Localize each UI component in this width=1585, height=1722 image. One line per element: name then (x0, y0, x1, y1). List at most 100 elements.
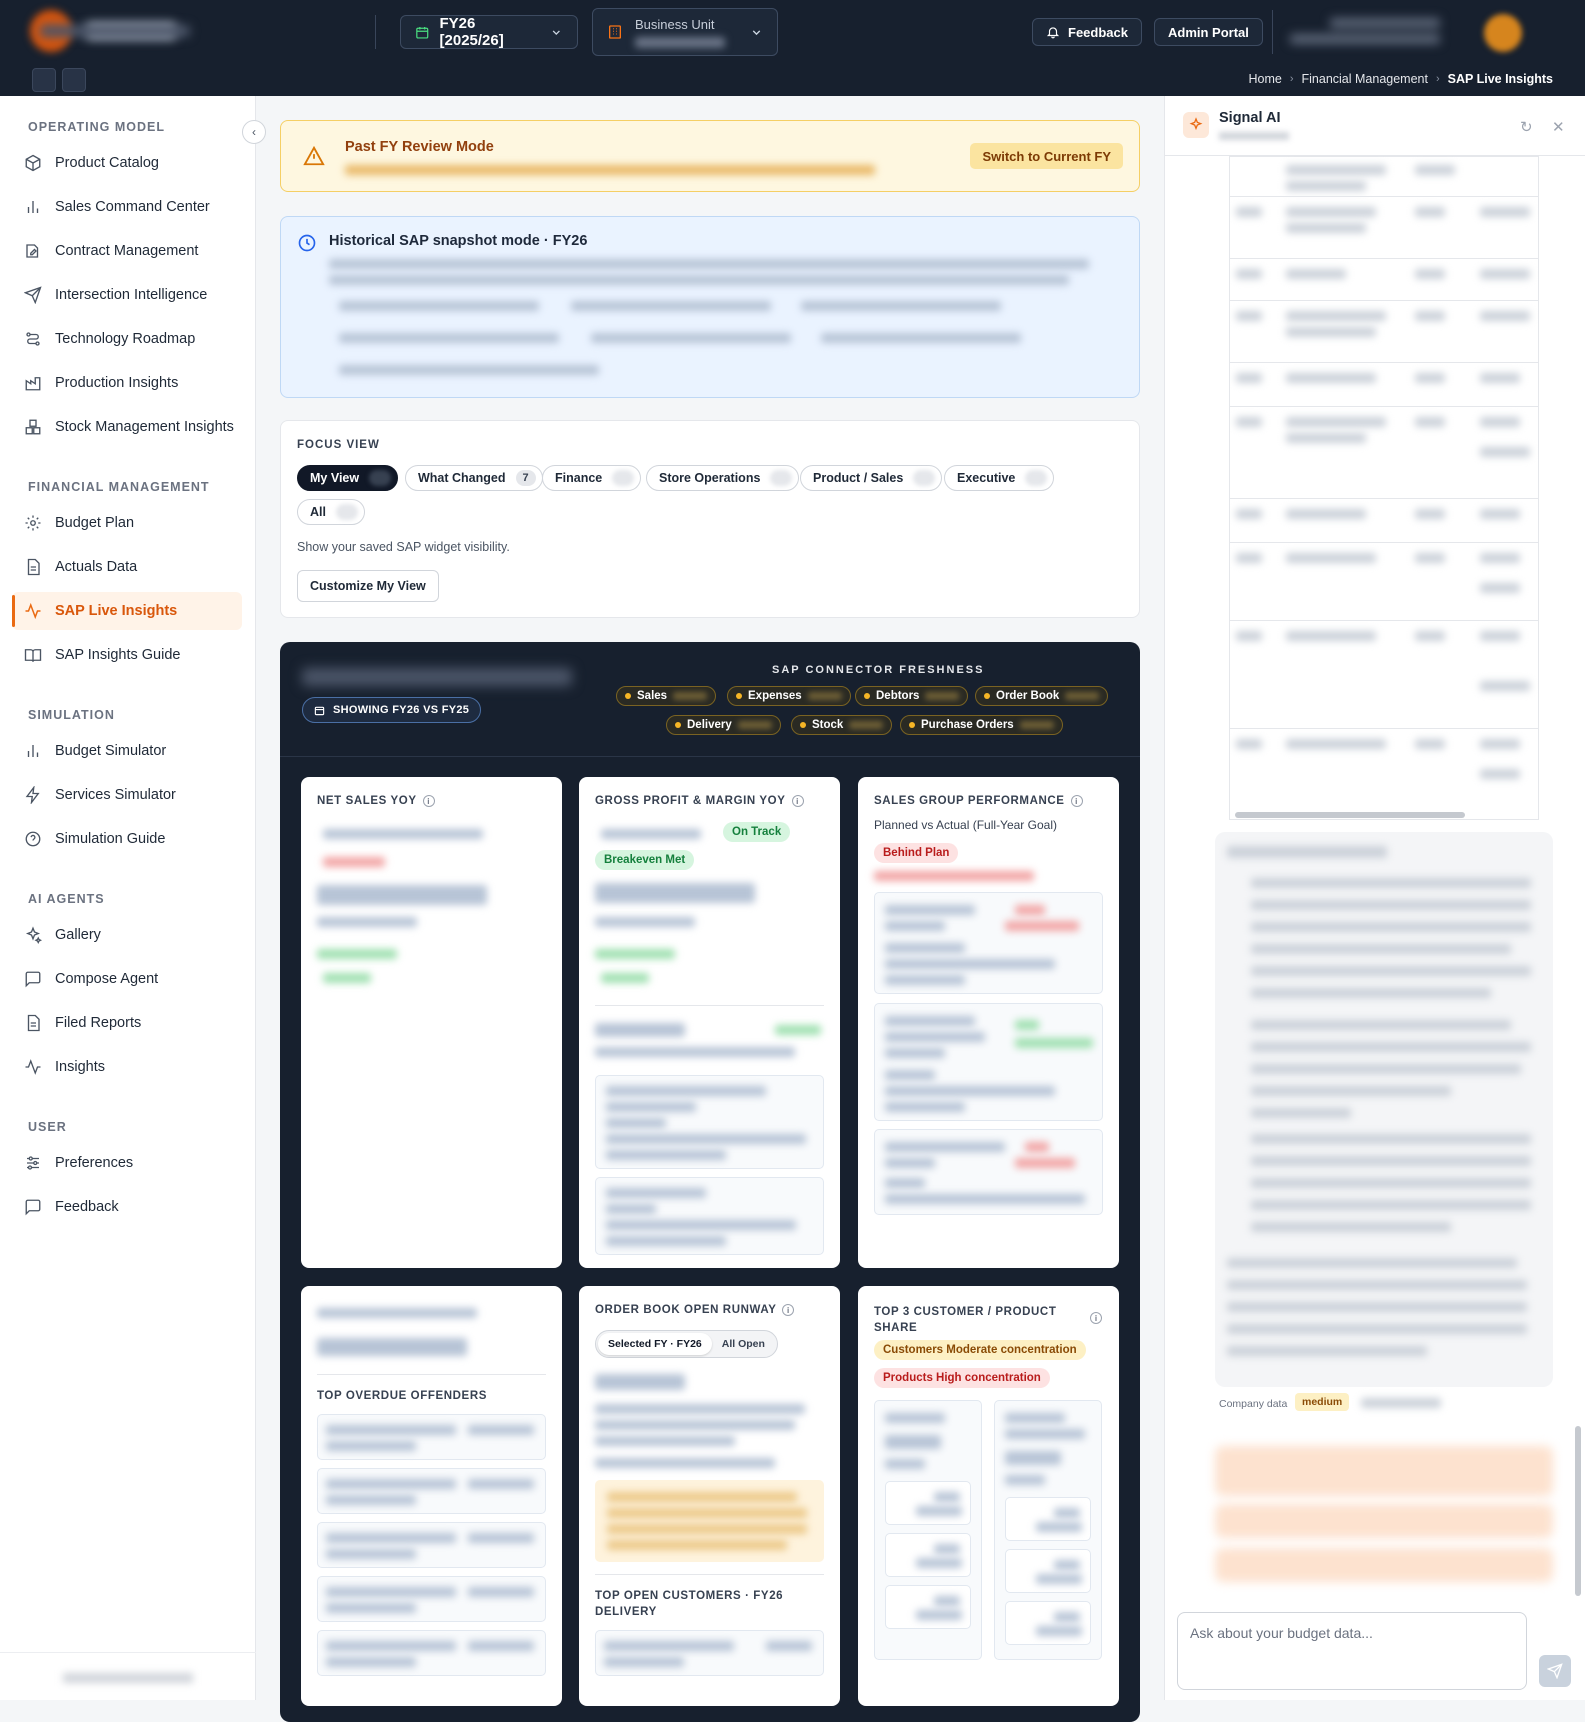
document-icon (27, 1014, 40, 1032)
sidebar-item-filed-reports[interactable]: Filed Reports (12, 1004, 242, 1042)
table-horizontal-scrollbar[interactable] (1235, 812, 1465, 818)
sidebar-section-title: AI AGENTS (28, 892, 105, 906)
net-sales-yoy-card: NET SALES YOY i (301, 777, 562, 1268)
focus-chip-my-view[interactable]: My View (297, 465, 399, 491)
message-square-icon (25, 1199, 41, 1216)
freshness-pill-stock: Stock (791, 715, 893, 735)
focus-chip-product-sales[interactable]: Product / Sales (800, 465, 943, 491)
top3-customer-product-share-card: TOP 3 CUSTOMER / PRODUCT SHARE i Custome… (858, 1286, 1119, 1706)
layout-toggle-button[interactable] (62, 68, 86, 92)
chevron-left-icon: ‹ (252, 125, 256, 139)
all-open-toggle[interactable]: All Open (712, 1333, 775, 1355)
info-icon[interactable]: i (422, 795, 435, 807)
selected-fy-toggle[interactable]: Selected FY · FY26 (598, 1333, 712, 1355)
sales-group-subtitle: Planned vs Actual (Full-Year Goal) (874, 818, 1057, 832)
sidebar-item-sap-live-insights[interactable]: SAP Live Insights (12, 592, 242, 630)
sparkles-icon (25, 926, 42, 944)
offender-row[interactable] (317, 1576, 546, 1622)
sidebar-item-gallery[interactable]: Gallery (12, 916, 242, 954)
refresh-icon[interactable]: ↻ (1520, 118, 1533, 136)
focus-chip-finance[interactable]: Finance (542, 465, 642, 491)
warning-icon (303, 145, 325, 166)
send-icon (24, 286, 42, 304)
sales-group-row[interactable] (874, 892, 1103, 994)
switch-to-current-fy-button[interactable]: Switch to Current FY (970, 143, 1123, 169)
send-button[interactable] (1539, 1655, 1571, 1687)
sidebar-item-insights[interactable]: Insights (12, 1048, 242, 1086)
chevron-right-icon: › (1289, 73, 1294, 85)
assistant-input[interactable]: Ask about your budget data... (1177, 1612, 1527, 1690)
calendar-icon (416, 26, 429, 39)
breadcrumb: Home › Financial Management › SAP Live I… (1248, 72, 1553, 86)
focus-chip-what-changed[interactable]: What Changed 7 (405, 465, 543, 491)
freshness-pill-order-book: Order Book (975, 686, 1109, 706)
breadcrumb-home[interactable]: Home (1248, 72, 1281, 86)
sidebar-item-sap-insights-guide[interactable]: SAP Insights Guide (12, 636, 242, 674)
sidebar-item-budget-simulator[interactable]: Budget Simulator (12, 732, 242, 770)
focus-chip-executive[interactable]: Executive (944, 465, 1055, 491)
close-icon[interactable]: ✕ (1552, 118, 1565, 136)
suggestion-chip[interactable] (1215, 1548, 1553, 1582)
dashboard-title (302, 668, 572, 686)
breadcrumb-section[interactable]: Financial Management (1302, 72, 1428, 86)
info-icon[interactable]: i (1070, 795, 1083, 807)
fiscal-year-selector[interactable]: FY26 [2025/26] (400, 15, 578, 49)
app-logo[interactable] (30, 10, 190, 52)
suggestion-chip[interactable] (1215, 1446, 1553, 1496)
open-customer-row[interactable] (595, 1630, 824, 1676)
offender-row[interactable] (317, 1522, 546, 1568)
breadcrumb-current: SAP Live Insights (1447, 72, 1553, 86)
focus-chip-store-operations[interactable]: Store Operations (646, 465, 800, 491)
sidebar-item-preferences[interactable]: Preferences (12, 1144, 242, 1182)
admin-portal-button[interactable]: Admin Portal (1154, 18, 1263, 46)
sidebar-item-production-insights[interactable]: Production Insights (12, 364, 242, 402)
business-unit-selector[interactable]: Business Unit (592, 8, 778, 56)
runway-scope-toggle: Selected FY · FY26 All Open (595, 1330, 778, 1358)
lightning-icon (25, 786, 40, 804)
sidebar-item-sales-command-center[interactable]: Sales Command Center (12, 188, 242, 226)
sidebar-item-budget-plan[interactable]: Budget Plan (12, 504, 242, 542)
info-icon[interactable]: i (1090, 1312, 1102, 1324)
product-share-column (994, 1400, 1102, 1660)
panel-vertical-scrollbar[interactable] (1575, 1426, 1581, 1596)
avatar[interactable] (1484, 14, 1522, 52)
edit-document-icon (26, 244, 39, 258)
sidebar-item-technology-roadmap[interactable]: Technology Roadmap (12, 320, 242, 358)
sidebar-item-product-catalog[interactable]: Product Catalog (12, 144, 242, 182)
suggestion-chip[interactable] (1215, 1504, 1553, 1538)
sidebar-item-intersection-intelligence[interactable]: Intersection Intelligence (12, 276, 242, 314)
metric-detail-box (595, 1177, 824, 1255)
info-icon[interactable]: i (782, 1304, 795, 1316)
focus-chip-all[interactable]: All (297, 499, 365, 525)
business-unit-label: Business Unit (635, 16, 715, 32)
customers-concentration-badge: Customers Moderate concentration (874, 1340, 1086, 1360)
sidebar-item-compose-agent[interactable]: Compose Agent (12, 960, 242, 998)
factory-icon (25, 377, 41, 391)
collapse-sidebar-button[interactable]: ‹ (242, 120, 266, 144)
sidebar-item-contract-management[interactable]: Contract Management (12, 232, 242, 270)
activity-icon (25, 1059, 41, 1075)
user-menu[interactable] (1290, 12, 1440, 52)
offender-row[interactable] (317, 1468, 546, 1514)
connector-freshness-title: SAP CONNECTOR FRESHNESS (772, 664, 985, 676)
info-icon[interactable]: i (791, 795, 804, 807)
chevron-down-icon (553, 29, 561, 35)
business-unit-value (635, 36, 725, 48)
customize-my-view-button[interactable]: Customize My View (297, 570, 439, 602)
freshness-pill-purchase-orders: Purchase Orders (900, 715, 1063, 735)
menu-toggle-button[interactable] (32, 68, 56, 92)
bell-icon (1046, 27, 1060, 39)
sales-group-row[interactable] (874, 1129, 1103, 1215)
message-square-icon (25, 971, 41, 988)
on-track-badge: On Track (723, 822, 791, 842)
offender-row[interactable] (317, 1414, 546, 1460)
sidebar-item-actuals-data[interactable]: Actuals Data (12, 548, 242, 586)
feedback-button[interactable]: Feedback (1032, 18, 1142, 46)
offender-row[interactable] (317, 1630, 546, 1676)
sales-group-row[interactable] (874, 1003, 1103, 1121)
main-content: Past FY Review Mode Switch to Current FY… (256, 96, 1164, 1722)
sidebar-item-simulation-guide[interactable]: Simulation Guide (12, 820, 242, 858)
sidebar-item-stock-management-insights[interactable]: Stock Management Insights (12, 408, 242, 446)
sidebar-item-feedback[interactable]: Feedback (12, 1188, 242, 1226)
sidebar-item-services-simulator[interactable]: Services Simulator (12, 776, 242, 814)
